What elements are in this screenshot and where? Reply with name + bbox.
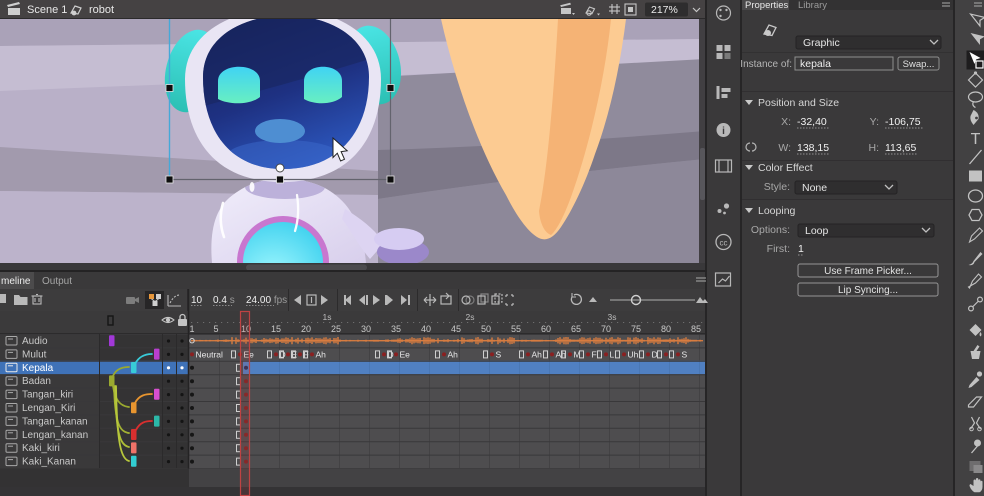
svg-text:cc: cc bbox=[720, 239, 728, 248]
svg-text:Kepala: Kepala bbox=[22, 363, 54, 374]
svg-text:217%: 217% bbox=[651, 4, 678, 16]
svg-text:S: S bbox=[682, 350, 688, 360]
svg-text:30: 30 bbox=[361, 324, 371, 334]
svg-text:Graphic: Graphic bbox=[803, 37, 840, 49]
svg-text:2s: 2s bbox=[466, 312, 475, 322]
svg-text:Audio: Audio bbox=[22, 336, 48, 347]
svg-text:kepala: kepala bbox=[800, 58, 831, 70]
svg-text:Position and Size: Position and Size bbox=[758, 97, 839, 109]
svg-text:Y:: Y: bbox=[870, 116, 879, 128]
svg-text:Color Effect: Color Effect bbox=[758, 162, 813, 174]
svg-text:Lengan_kanan: Lengan_kanan bbox=[22, 430, 88, 441]
svg-text:Tangan_kanan: Tangan_kanan bbox=[22, 416, 88, 427]
svg-text:45: 45 bbox=[451, 324, 461, 334]
svg-text:First:: First: bbox=[767, 243, 790, 255]
svg-text:L: L bbox=[610, 350, 615, 360]
svg-text:1: 1 bbox=[798, 243, 804, 255]
svg-text:1: 1 bbox=[189, 324, 194, 334]
svg-text:50: 50 bbox=[481, 324, 491, 334]
svg-text:113,65: 113,65 bbox=[885, 142, 916, 154]
svg-text:F: F bbox=[592, 350, 597, 360]
svg-text:65: 65 bbox=[571, 324, 581, 334]
svg-text:W:: W: bbox=[778, 142, 791, 154]
svg-text:5: 5 bbox=[213, 324, 218, 334]
svg-text:Instance of:: Instance of: bbox=[740, 59, 792, 70]
svg-text:Badan: Badan bbox=[22, 376, 51, 387]
svg-text:X:: X: bbox=[781, 116, 791, 128]
svg-text:40: 40 bbox=[421, 324, 431, 334]
svg-text:35: 35 bbox=[391, 324, 401, 334]
svg-text:Options:: Options: bbox=[751, 224, 790, 236]
svg-text:70: 70 bbox=[601, 324, 611, 334]
svg-text:Looping: Looping bbox=[758, 205, 796, 217]
svg-text:D: D bbox=[652, 350, 658, 360]
svg-text:Ee: Ee bbox=[400, 350, 411, 360]
svg-text:3s: 3s bbox=[608, 312, 617, 322]
svg-text:meline: meline bbox=[1, 276, 31, 287]
svg-text:Ah: Ah bbox=[316, 350, 327, 360]
svg-text:Swap...: Swap... bbox=[903, 59, 935, 70]
svg-text:-106,75: -106,75 bbox=[885, 116, 921, 128]
svg-text:55: 55 bbox=[511, 324, 521, 334]
svg-text:Scene 1: Scene 1 bbox=[27, 4, 67, 16]
svg-text:Uh: Uh bbox=[628, 350, 639, 360]
svg-text:25: 25 bbox=[331, 324, 341, 334]
svg-text:Style:: Style: bbox=[764, 181, 790, 193]
svg-text:Lengan_Kiri: Lengan_Kiri bbox=[22, 403, 75, 414]
svg-text:60: 60 bbox=[541, 324, 551, 334]
svg-text:Mulut: Mulut bbox=[22, 349, 47, 360]
svg-text:robot: robot bbox=[89, 4, 114, 16]
svg-text:85: 85 bbox=[691, 324, 701, 334]
svg-text:1s: 1s bbox=[323, 312, 332, 322]
svg-text:Output: Output bbox=[42, 276, 72, 287]
svg-text:Library: Library bbox=[798, 0, 827, 11]
svg-text:Ah: Ah bbox=[448, 350, 459, 360]
svg-text:138,15: 138,15 bbox=[797, 142, 829, 154]
svg-text:Neutral: Neutral bbox=[196, 350, 224, 360]
svg-text:15: 15 bbox=[271, 324, 281, 334]
svg-text:Kaki_Kanan: Kaki_Kanan bbox=[22, 457, 76, 468]
svg-text:S: S bbox=[496, 350, 502, 360]
svg-text:75: 75 bbox=[631, 324, 641, 334]
svg-text:None: None bbox=[802, 182, 827, 194]
svg-text:Loop: Loop bbox=[805, 225, 829, 237]
svg-text:Tangan_kiri: Tangan_kiri bbox=[22, 390, 73, 401]
svg-text:i: i bbox=[722, 126, 725, 137]
svg-text:80: 80 bbox=[661, 324, 671, 334]
svg-text:T: T bbox=[971, 131, 981, 148]
svg-text:-32,40: -32,40 bbox=[797, 116, 827, 128]
svg-text:10: 10 bbox=[191, 295, 203, 306]
svg-text:Ah: Ah bbox=[532, 350, 543, 360]
svg-text:Kaki_kiri: Kaki_kiri bbox=[22, 443, 60, 454]
svg-text:Lip Syncing...: Lip Syncing... bbox=[838, 285, 898, 296]
svg-text:24.00 fps: 24.00 fps bbox=[246, 295, 287, 306]
svg-text:Use Frame Picker...: Use Frame Picker... bbox=[824, 266, 912, 277]
svg-text:20: 20 bbox=[301, 324, 311, 334]
svg-text:H:: H: bbox=[869, 142, 880, 154]
svg-text:Properties: Properties bbox=[745, 0, 789, 11]
svg-text:0.4 s: 0.4 s bbox=[213, 295, 235, 306]
